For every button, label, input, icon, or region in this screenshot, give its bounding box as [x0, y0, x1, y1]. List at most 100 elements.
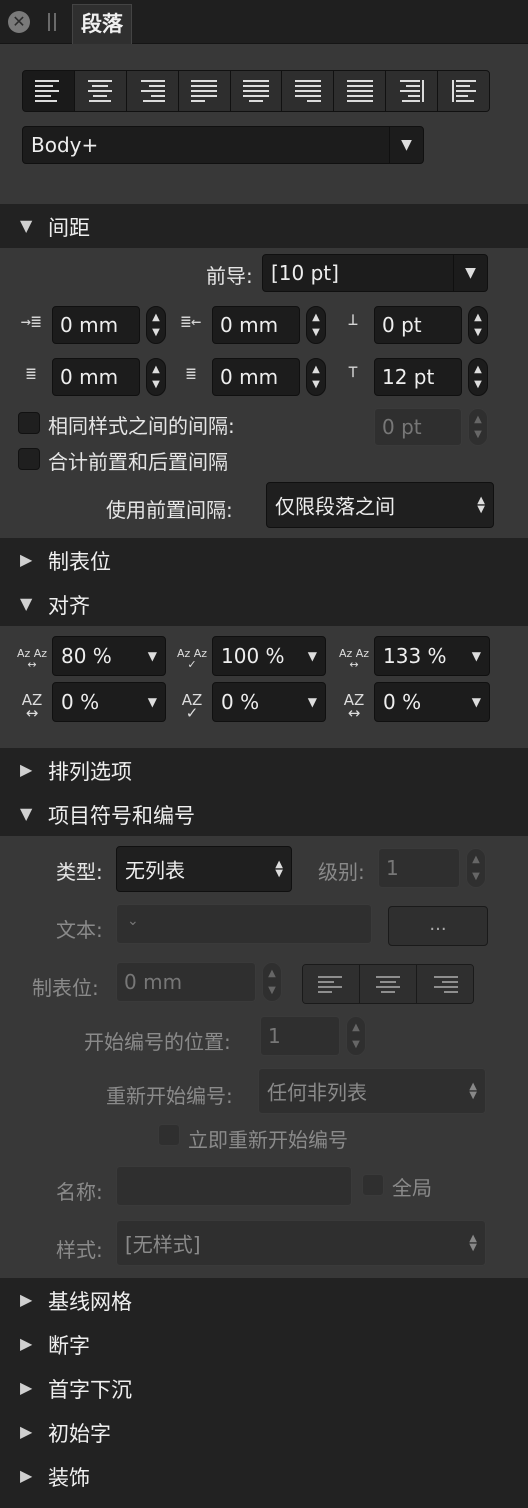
align-away-from-spine-button[interactable]: [438, 71, 489, 111]
restart-now-checkbox[interactable]: [158, 1124, 180, 1146]
align-center-icon: [87, 80, 113, 102]
justify-center-button[interactable]: [230, 71, 283, 111]
triangle-right-icon: ▶: [20, 1334, 33, 1353]
space-after-field[interactable]: 12 pt: [374, 358, 462, 396]
align-right-icon: [139, 80, 166, 102]
min-word-spacing-value: 80 %: [61, 644, 112, 668]
triangle-right-icon: ▶: [20, 550, 33, 569]
desired-letter-spacing-icon: AZ ✓: [181, 691, 203, 722]
list-type-value: 无列表: [125, 858, 185, 883]
list-style-select[interactable]: [无样式] ▲ ▼: [116, 1220, 486, 1266]
justify-all-button[interactable]: [334, 71, 387, 111]
bullet-tab-align-center-button[interactable]: [360, 965, 417, 1003]
min-letter-spacing-select[interactable]: 0 % ▼: [52, 682, 166, 722]
section-initial-words-header[interactable]: ▶ 初始字: [0, 1410, 528, 1454]
updown-arrows-icon: ▲ ▼: [477, 495, 485, 515]
first-line-indent-field[interactable]: 0 mm: [52, 358, 140, 396]
justify-center-icon: [243, 80, 269, 102]
section-tabs-header[interactable]: ▶ 制表位: [0, 538, 528, 582]
first-line-indent-stepper[interactable]: ▲ ▼: [146, 358, 166, 396]
align-left-button[interactable]: [23, 71, 75, 111]
left-indent-field[interactable]: 0 mm: [52, 306, 140, 344]
chevron-down-icon: ▼: [147, 649, 157, 663]
min-word-spacing-select[interactable]: 80 % ▼: [52, 636, 166, 676]
triangle-down-icon: ▼: [20, 804, 33, 823]
space-before-stepper[interactable]: ▲ ▼: [468, 306, 488, 344]
combine-spacing-checkbox[interactable]: [18, 448, 40, 470]
list-level-stepper[interactable]: ▲ ▼: [466, 848, 486, 888]
section-alignment-header[interactable]: ▼ 对齐: [0, 582, 528, 626]
start-number-field[interactable]: 1: [260, 1016, 340, 1056]
section-hyphenation-header[interactable]: ▶ 断字: [0, 1322, 528, 1366]
section-decorations-header[interactable]: ▶ 装饰: [0, 1454, 528, 1508]
paragraph-top-panel: [0, 44, 528, 204]
left-indent-stepper[interactable]: ▲ ▼: [146, 306, 166, 344]
list-type-label: 类型:: [56, 860, 103, 884]
align-left-icon: [35, 80, 61, 102]
chevron-down-icon: ▼: [389, 127, 423, 163]
restart-numbering-select[interactable]: 任何非列表 ▲ ▼: [258, 1068, 486, 1114]
list-type-select[interactable]: 无列表 ▲ ▼: [116, 846, 292, 892]
first-line-indent-value: 0 mm: [60, 365, 119, 389]
section-alignment-label: 对齐: [48, 594, 90, 618]
bullet-tab-stepper[interactable]: ▲ ▼: [262, 962, 282, 1002]
space-after-stepper[interactable]: ▲ ▼: [468, 358, 488, 396]
tab-paragraph[interactable]: 段落: [72, 4, 132, 44]
max-letter-spacing-select[interactable]: 0 % ▼: [374, 682, 490, 722]
section-baseline-grid-label: 基线网格: [48, 1290, 132, 1314]
align-center-button[interactable]: [74, 71, 127, 111]
close-icon[interactable]: ✕: [8, 11, 30, 33]
align-right-button[interactable]: [126, 71, 179, 111]
section-flow-options-label: 排列选项: [48, 760, 132, 784]
section-spacing-header[interactable]: ▼ 间距: [0, 204, 528, 248]
bullet-tab-label: 制表位:: [32, 976, 99, 1000]
bullet-tab-align-left-button[interactable]: [303, 965, 360, 1003]
align-towards-spine-button[interactable]: [386, 71, 439, 111]
triangle-right-icon: ▶: [20, 1290, 33, 1309]
paragraph-style-select[interactable]: Body+ ▼: [22, 126, 424, 164]
leading-select[interactable]: [10 pt] ▼: [262, 254, 488, 292]
use-space-before-select[interactable]: 仅限段落之间 ▲ ▼: [266, 482, 494, 528]
global-checkbox[interactable]: [362, 1174, 384, 1196]
list-name-field[interactable]: [116, 1166, 352, 1206]
drag-grip-icon[interactable]: [48, 13, 56, 31]
space-before-field[interactable]: 0 pt: [374, 306, 462, 344]
chevron-down-icon: ▼: [471, 649, 481, 663]
list-level-field[interactable]: 1: [378, 848, 460, 888]
start-number-label: 开始编号的位置:: [84, 1030, 231, 1054]
list-level-label: 级别:: [318, 860, 365, 884]
bullet-more-button[interactable]: ...: [388, 906, 488, 946]
max-word-spacing-select[interactable]: 133 % ▼: [374, 636, 490, 676]
desired-letter-spacing-select[interactable]: 0 % ▼: [212, 682, 326, 722]
right-indent-field[interactable]: 0 mm: [212, 306, 300, 344]
leading-value: [10 pt]: [271, 261, 339, 285]
same-style-spacing-stepper[interactable]: ▲ ▼: [468, 408, 488, 446]
section-baseline-grid-header[interactable]: ▶ 基线网格: [0, 1278, 528, 1322]
justify-left-button[interactable]: [178, 71, 231, 111]
desired-word-spacing-select[interactable]: 100 % ▼: [212, 636, 326, 676]
updown-arrows-icon: ▲ ▼: [275, 859, 283, 879]
last-line-indent-stepper[interactable]: ▲ ▼: [306, 358, 326, 396]
alignment-button-group: [22, 70, 490, 112]
chevron-down-icon: ▼: [471, 695, 481, 709]
start-number-stepper[interactable]: ▲ ▼: [346, 1016, 366, 1056]
bullet-tab-field[interactable]: 0 mm: [116, 962, 256, 1002]
restart-now-label: 立即重新开始编号: [188, 1128, 348, 1152]
section-flow-options-header[interactable]: ▶ 排列选项: [0, 748, 528, 792]
section-bullets-label: 项目符号和编号: [48, 804, 195, 828]
list-level-value: 1: [386, 856, 399, 880]
bullet-tab-align-right-button[interactable]: [417, 965, 473, 1003]
section-drop-cap-header[interactable]: ▶ 首字下沉: [0, 1366, 528, 1410]
space-after-value: 12 pt: [382, 365, 435, 389]
bullet-text-field[interactable]: ⌄: [116, 904, 372, 944]
section-bullets-header[interactable]: ▼ 项目符号和编号: [0, 792, 528, 836]
same-style-spacing-field[interactable]: 0 pt: [374, 408, 462, 446]
right-indent-stepper[interactable]: ▲ ▼: [306, 306, 326, 344]
justify-right-button[interactable]: [282, 71, 335, 111]
desired-word-spacing-value: 100 %: [221, 644, 285, 668]
last-line-indent-field[interactable]: 0 mm: [212, 358, 300, 396]
space-before-icon: ⊥: [347, 310, 359, 330]
same-style-spacing-checkbox[interactable]: [18, 412, 40, 434]
chevron-down-icon: ▼: [453, 255, 487, 291]
min-letter-spacing-icon: AZ ↔: [21, 691, 43, 722]
